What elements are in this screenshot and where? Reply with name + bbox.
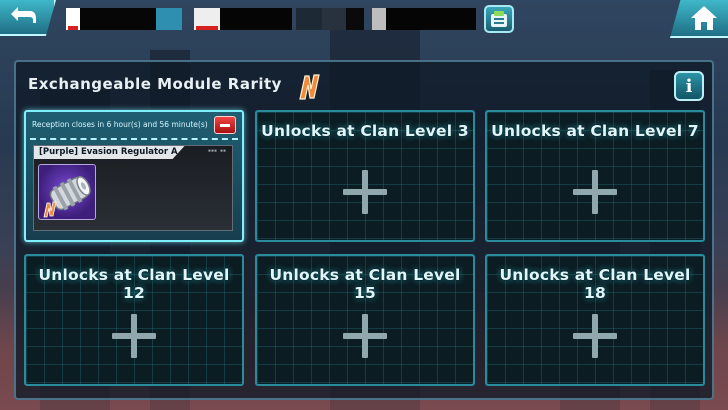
- remove-button[interactable]: [214, 116, 236, 134]
- panel-title: Exchangeable Module Rarity: [28, 75, 282, 93]
- menu-icon: [491, 11, 507, 27]
- plus-icon: [112, 314, 156, 358]
- locked-slot-level-7[interactable]: Unlocks at Clan Level 7: [485, 110, 705, 242]
- module-name: [Purple] Evasion Regulator A: [39, 147, 178, 157]
- plus-icon: [343, 314, 387, 358]
- slot-unlock-label: Unlocks at Clan Level 12: [38, 266, 230, 302]
- module-slot-active[interactable]: Reception closes in 6 hour(s) and 56 min…: [24, 110, 244, 242]
- slot-unlock-label: Unlocks at Clan Level 3: [261, 122, 469, 140]
- home-icon: [691, 6, 717, 30]
- slot-unlock-label: Unlocks at Clan Level 18: [499, 266, 691, 302]
- info-icon: i: [685, 75, 693, 97]
- rarity-n-icon: [299, 74, 320, 100]
- back-arrow-icon: [11, 7, 36, 23]
- module-thumbnail: [38, 164, 96, 220]
- locked-slot-level-3[interactable]: Unlocks at Clan Level 3: [255, 110, 475, 242]
- module-code-decoration: ▪▪▪ ▪▪: [207, 148, 226, 154]
- reception-timer: Reception closes in 6 hour(s) and 56 min…: [32, 120, 208, 129]
- locked-slot-level-18[interactable]: Unlocks at Clan Level 18: [485, 254, 705, 386]
- plus-icon: [573, 314, 617, 358]
- info-button[interactable]: i: [674, 71, 704, 101]
- slot-unlock-label: Unlocks at Clan Level 15: [269, 266, 461, 302]
- evasion-regulator-icon: [43, 176, 91, 218]
- locked-slot-level-12[interactable]: Unlocks at Clan Level 12: [24, 254, 244, 386]
- plus-icon: [343, 170, 387, 214]
- remove-icon: [220, 124, 230, 127]
- locked-slot-level-15[interactable]: Unlocks at Clan Level 15: [255, 254, 475, 386]
- top-bar: [0, 0, 728, 44]
- home-button[interactable]: [670, 0, 728, 38]
- divider: [30, 138, 238, 140]
- module-rarity-panel: Exchangeable Module Rarity i Reception c…: [14, 60, 714, 400]
- slot-unlock-label: Unlocks at Clan Level 7: [491, 122, 699, 140]
- status-strip: [60, 8, 480, 30]
- menu-button[interactable]: [484, 5, 514, 33]
- back-button[interactable]: [0, 0, 56, 36]
- plus-icon: [573, 170, 617, 214]
- module-card[interactable]: [Purple] Evasion Regulator A ▪▪▪ ▪▪: [33, 145, 233, 231]
